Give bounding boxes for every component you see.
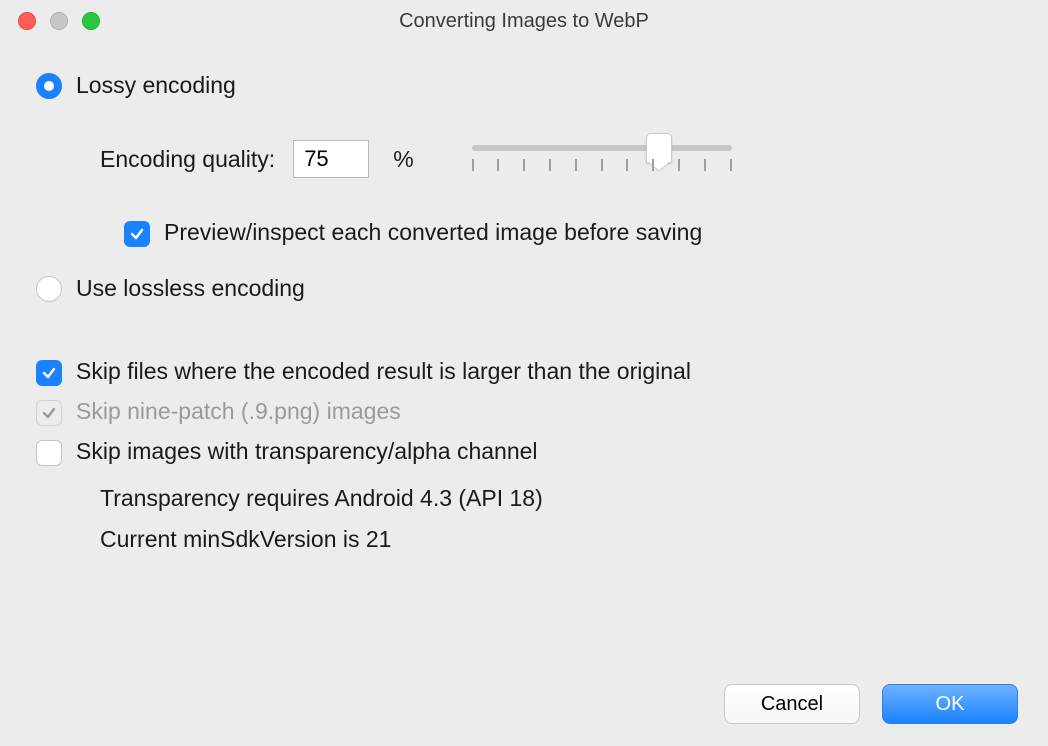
lossless-encoding-label: Use lossless encoding <box>76 275 305 302</box>
encoding-quality-input[interactable] <box>293 140 369 178</box>
checkbox-unchecked-icon <box>36 440 62 466</box>
dialog-buttons: Cancel OK <box>724 684 1018 724</box>
preview-checkbox-row[interactable]: Preview/inspect each converted image bef… <box>124 219 1012 247</box>
checkbox-checked-icon <box>36 360 62 386</box>
preview-checkbox-label: Preview/inspect each converted image bef… <box>164 219 702 246</box>
transparency-note-1: Transparency requires Android 4.3 (API 1… <box>100 478 1012 519</box>
skip-ninepatch-checkbox-row: Skip nine-patch (.9.png) images <box>36 398 1012 426</box>
window-controls <box>18 12 100 30</box>
window-title: Converting Images to WebP <box>16 10 1032 33</box>
minimize-icon[interactable] <box>50 12 68 30</box>
radio-unselected-icon <box>36 276 62 302</box>
skip-alpha-checkbox-row[interactable]: Skip images with transparency/alpha chan… <box>36 438 1012 466</box>
encoding-quality-slider[interactable] <box>472 139 732 179</box>
encoding-quality-label: Encoding quality: <box>100 146 275 173</box>
skip-ninepatch-label: Skip nine-patch (.9.png) images <box>76 398 401 425</box>
skip-larger-label: Skip files where the encoded result is l… <box>76 358 691 385</box>
encoding-quality-unit: % <box>393 146 413 173</box>
checkbox-checked-icon <box>124 221 150 247</box>
lossy-encoding-option[interactable]: Lossy encoding <box>36 72 1012 99</box>
ok-button[interactable]: OK <box>882 684 1018 724</box>
slider-ticks <box>472 159 732 171</box>
cancel-button[interactable]: Cancel <box>724 684 860 724</box>
zoom-icon[interactable] <box>82 12 100 30</box>
skip-alpha-label: Skip images with transparency/alpha chan… <box>76 438 538 465</box>
lossless-encoding-option[interactable]: Use lossless encoding <box>36 275 1012 302</box>
radio-selected-icon <box>36 73 62 99</box>
skip-larger-checkbox-row[interactable]: Skip files where the encoded result is l… <box>36 358 1012 386</box>
titlebar: Converting Images to WebP <box>0 0 1048 42</box>
transparency-note-2: Current minSdkVersion is 21 <box>100 519 1012 560</box>
encoding-quality-row: Encoding quality: % <box>100 139 1012 179</box>
slider-track <box>472 145 732 151</box>
close-icon[interactable] <box>18 12 36 30</box>
lossy-encoding-label: Lossy encoding <box>76 72 236 99</box>
checkbox-disabled-icon <box>36 400 62 426</box>
